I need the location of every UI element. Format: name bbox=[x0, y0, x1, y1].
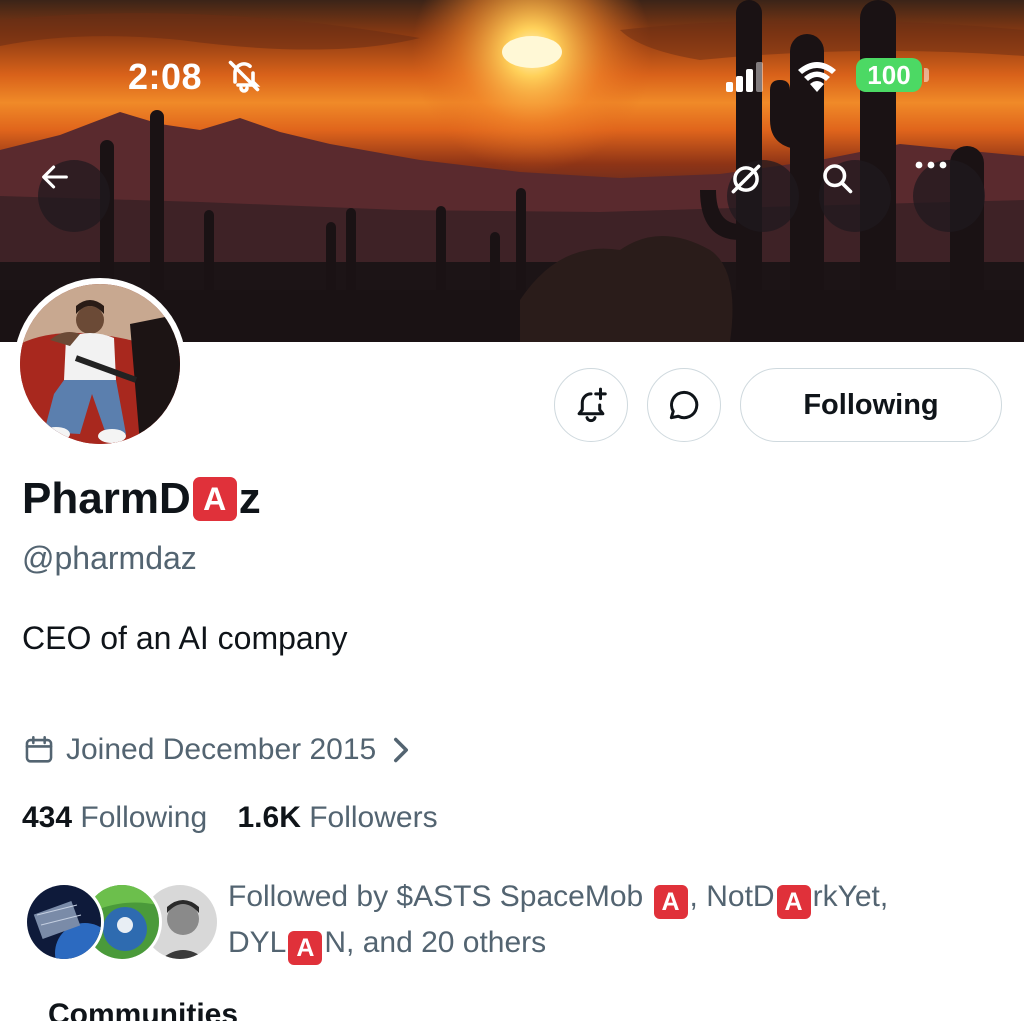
followed-by-avatars[interactable] bbox=[24, 882, 220, 964]
status-time: 2:08 bbox=[128, 56, 203, 97]
followers-count: 1.6K bbox=[237, 801, 301, 834]
followers-stat-label: Followers bbox=[309, 801, 438, 834]
user-handle: @pharmdaz bbox=[22, 540, 197, 576]
search-icon bbox=[823, 164, 853, 194]
back-arrow-icon bbox=[42, 165, 68, 189]
calendar-icon bbox=[25, 735, 53, 763]
followed-by-prefix: Followed by $ASTS SpaceMob bbox=[228, 880, 652, 913]
display-name-prefix: PharmD bbox=[22, 474, 191, 523]
message-bubble-icon bbox=[669, 390, 699, 420]
display-name-suffix: z bbox=[238, 474, 261, 523]
following-stat-label: Following bbox=[80, 801, 208, 834]
following-button[interactable]: Following bbox=[740, 368, 1002, 442]
battery-nub bbox=[924, 68, 929, 82]
avatar-photo bbox=[20, 284, 180, 444]
profile-banner[interactable]: 2:08 100 bbox=[0, 0, 1024, 342]
grok-button[interactable] bbox=[727, 160, 799, 232]
bell-plus-icon bbox=[577, 387, 607, 423]
followed-by-part4: DYL bbox=[228, 926, 287, 959]
back-button[interactable] bbox=[38, 160, 110, 232]
profile-bio: CEO of an AI company bbox=[22, 620, 348, 656]
search-button[interactable] bbox=[819, 160, 891, 232]
more-button[interactable] bbox=[913, 160, 985, 232]
notifications-button[interactable] bbox=[554, 368, 628, 442]
emoji-a-button: A bbox=[776, 885, 811, 919]
emoji-a-button: A bbox=[288, 931, 323, 965]
followed-by-part2: , NotD bbox=[689, 880, 775, 913]
joined-date-row[interactable]: Joined December 2015 bbox=[22, 733, 412, 767]
following-stat[interactable]: 434 Following bbox=[22, 801, 207, 835]
emoji-a-button: A bbox=[192, 477, 237, 521]
chevron-right-icon bbox=[394, 737, 409, 763]
followed-by-part5: N, and 20 others bbox=[324, 926, 547, 959]
followed-by-text[interactable]: Followed by $ASTS SpaceMob A, NotD ArkYet… bbox=[228, 874, 1008, 966]
profile-avatar[interactable] bbox=[14, 278, 186, 450]
grok-icon bbox=[731, 164, 761, 194]
battery-icon: 100 bbox=[856, 58, 922, 92]
message-button[interactable] bbox=[647, 368, 721, 442]
followed-by-part3: rkYet, bbox=[812, 880, 889, 913]
joined-date-text: Joined December 2015 bbox=[66, 733, 377, 766]
followers-stat[interactable]: 1.6K Followers bbox=[237, 801, 437, 835]
follow-stats: 434 Following 1.6K Followers bbox=[22, 801, 460, 835]
communities-heading: Communities bbox=[48, 998, 239, 1021]
follower-avatar-1 bbox=[24, 882, 104, 962]
more-icon bbox=[915, 161, 947, 169]
emoji-a-button: A bbox=[653, 885, 688, 919]
following-count: 434 bbox=[22, 801, 73, 834]
display-name: PharmD A z bbox=[22, 474, 261, 524]
